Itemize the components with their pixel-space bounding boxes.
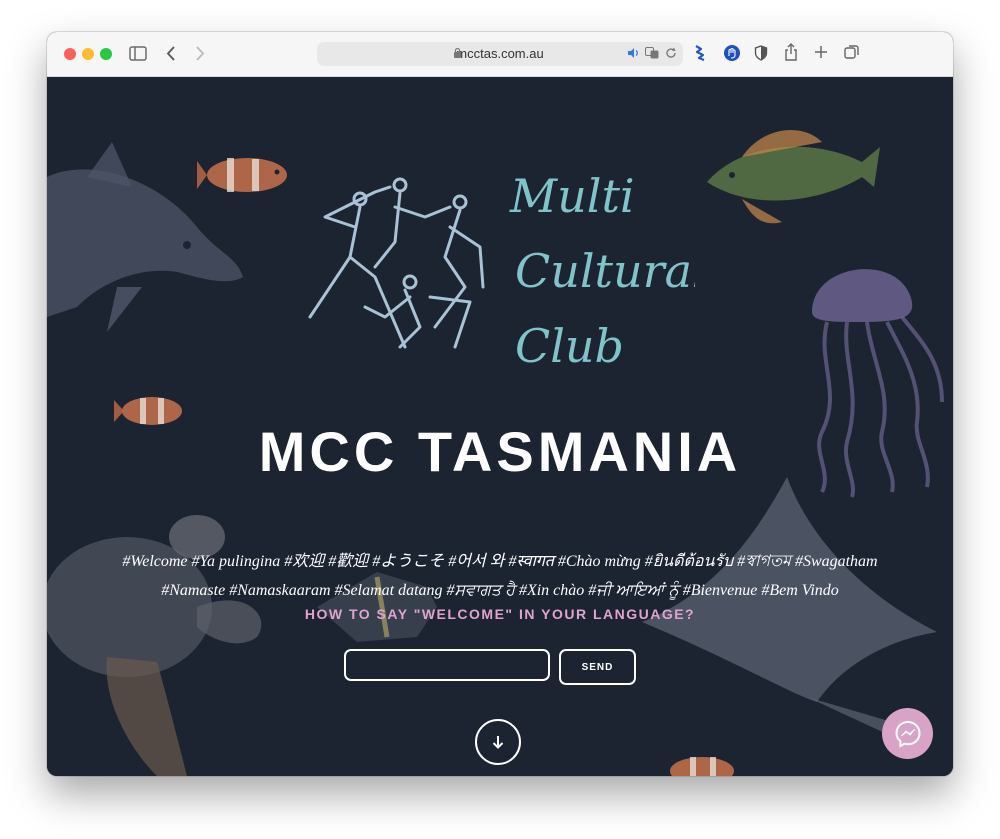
address-bar[interactable]: mcctas.com.au — [317, 42, 683, 66]
send-button[interactable]: SEND — [559, 649, 636, 685]
welcome-question: HOW TO SAY "WELCOME" IN YOUR LANGUAGE? — [304, 606, 696, 622]
close-window-button[interactable] — [64, 48, 76, 60]
shield-icon[interactable] — [754, 45, 768, 61]
multi-cultural-club-logo: Multi Cultural Club — [308, 169, 695, 373]
sidebar-icon[interactable] — [129, 46, 147, 61]
translate-icon[interactable] — [645, 47, 659, 59]
sea-turtle-illustration — [47, 515, 262, 776]
audio-icon[interactable] — [627, 47, 639, 59]
minimize-window-button[interactable] — [82, 48, 94, 60]
page-content: Multi Cultural Club MCC TASMANIA #Welcom… — [47, 77, 953, 776]
share-icon[interactable] — [784, 43, 798, 61]
wrasse-fish-illustration — [707, 130, 880, 224]
clownfish-illustration — [670, 757, 734, 776]
browser-toolbar: mcctas.com.au — [47, 32, 953, 77]
clownfish-illustration — [197, 158, 287, 192]
lock-icon — [453, 47, 462, 59]
welcome-input[interactable] — [344, 649, 550, 681]
forward-icon[interactable] — [195, 46, 205, 61]
greetings-line-2: #Namaste #Namaskaaram #Selamat datang #ਸ… — [161, 582, 839, 599]
scroll-down-button[interactable] — [475, 719, 521, 765]
zoom-window-button[interactable] — [100, 48, 112, 60]
logo-text-club: Club — [515, 319, 624, 373]
logo-text-multi: Multi — [509, 169, 635, 223]
page-title: MCC TASMANIA — [258, 420, 742, 483]
logo-text-cultural: Cultural — [515, 244, 695, 298]
reload-icon[interactable] — [665, 47, 677, 59]
messenger-icon — [894, 720, 921, 748]
extension-icon[interactable] — [693, 44, 709, 62]
tab-overview-icon[interactable] — [844, 44, 860, 60]
arrow-down-icon — [492, 736, 504, 749]
messenger-chat-button[interactable] — [882, 708, 933, 759]
greetings-line-1: #Welcome #Ya pulingina #欢迎 #歡迎 #ようこそ #어서… — [122, 553, 878, 570]
back-icon[interactable] — [166, 46, 176, 61]
privacy-extension-icon[interactable] — [723, 44, 741, 62]
new-tab-icon[interactable] — [814, 45, 828, 59]
browser-window: mcctas.com.au Multi Cultural Club MCC TA… — [47, 32, 953, 776]
